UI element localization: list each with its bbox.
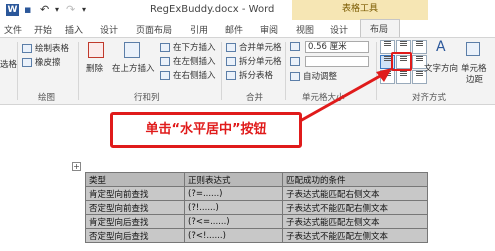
table-cell[interactable]: 子表达式能匹配左侧文本 xyxy=(282,214,428,229)
table-cell[interactable]: (?<!......) xyxy=(184,228,283,243)
arrow-head xyxy=(376,68,392,82)
table-cell[interactable]: 肯定型向后查找 xyxy=(85,214,185,229)
table-header-cell[interactable]: 类型 xyxy=(85,172,185,187)
table-cell[interactable]: 子表达式不能匹配右侧文本 xyxy=(282,200,428,215)
arrow-shaft xyxy=(299,69,390,123)
table-row: 否定型向后查找 (?<!......) 子表达式不能匹配左侧文本 xyxy=(85,228,428,243)
table-row: 肯定型向前查找 (?=......) 子表达式能匹配右侧文本 xyxy=(85,186,428,201)
table-header-row: 类型 正则表达式 匹配成功的条件 xyxy=(85,172,428,187)
data-table: 类型 正则表达式 匹配成功的条件 肯定型向前查找 (?=......) 子表达式能匹配右侧… xyxy=(85,172,428,243)
table-cell[interactable]: (?!......) xyxy=(184,200,283,215)
table-row: 否定型向前查找 (?!......) 子表达式不能匹配右侧文本 xyxy=(85,200,428,215)
table-cell[interactable]: 肯定型向前查找 xyxy=(85,186,185,201)
instruction-callout: 单击“水平居中”按钮 xyxy=(110,112,302,148)
table-row: 肯定型向后查找 (?<=......) 子表达式能匹配左侧文本 xyxy=(85,214,428,229)
table-cell[interactable]: (?<=......) xyxy=(184,214,283,229)
table-cell[interactable]: 子表达式不能匹配左侧文本 xyxy=(282,228,428,243)
table-header-cell[interactable]: 匹配成功的条件 xyxy=(282,172,428,187)
table-header-cell[interactable]: 正则表达式 xyxy=(184,172,283,187)
table-cell[interactable]: (?=......) xyxy=(184,186,283,201)
table-cell[interactable]: 否定型向前查找 xyxy=(85,200,185,215)
table-move-handle-icon[interactable]: + xyxy=(72,162,81,171)
table-cell[interactable]: 否定型向后查找 xyxy=(85,228,185,243)
table-cell[interactable]: 子表达式能匹配右侧文本 xyxy=(282,186,428,201)
